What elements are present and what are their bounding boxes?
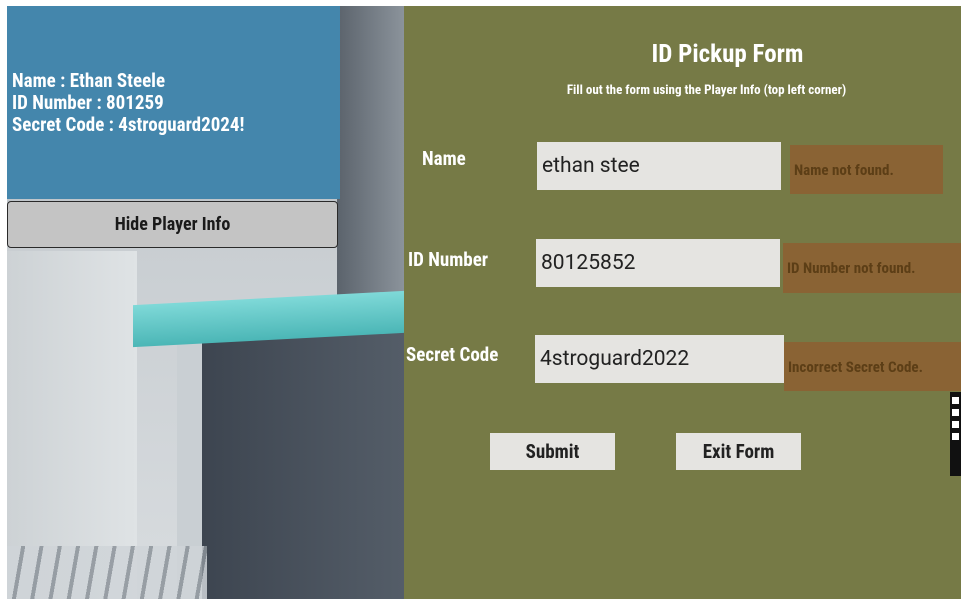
- id-number-input[interactable]: [536, 239, 780, 287]
- side-toolbar[interactable]: [950, 392, 961, 476]
- id-number-label: ID Number: [408, 248, 489, 271]
- name-input[interactable]: [537, 142, 781, 190]
- window-icon[interactable]: [952, 421, 959, 428]
- secret-code-input[interactable]: [535, 335, 784, 383]
- screen-icon[interactable]: [952, 409, 959, 416]
- id-number-error: ID Number not found.: [783, 243, 961, 293]
- camera-icon[interactable]: [952, 397, 959, 404]
- player-id-text: ID Number : 801259: [12, 91, 164, 114]
- exit-form-button[interactable]: Exit Form: [676, 433, 801, 470]
- secret-code-label: Secret Code: [406, 343, 499, 366]
- name-label: Name: [422, 147, 466, 170]
- player-name-text: Name : Ethan Steele: [12, 69, 166, 92]
- player-info-panel: Name : Ethan Steele ID Number : 801259 S…: [7, 6, 340, 199]
- hide-player-info-button[interactable]: Hide Player Info: [7, 201, 338, 248]
- scene-wall-dark: [337, 6, 404, 306]
- scene-vent: [7, 546, 207, 599]
- id-pickup-form: ID Pickup Form Fill out the form using t…: [404, 6, 961, 599]
- secret-code-error: Incorrect Secret Code.: [784, 342, 961, 391]
- gear-icon[interactable]: [952, 433, 959, 440]
- submit-button[interactable]: Submit: [490, 433, 615, 470]
- form-title: ID Pickup Form: [651, 40, 804, 69]
- form-subtitle: Fill out the form using the Player Info …: [566, 83, 847, 98]
- scene-pillar: [202, 326, 404, 599]
- name-error: Name not found.: [790, 145, 943, 194]
- player-secret-code-text: Secret Code : 4stroguard2024!: [12, 113, 245, 136]
